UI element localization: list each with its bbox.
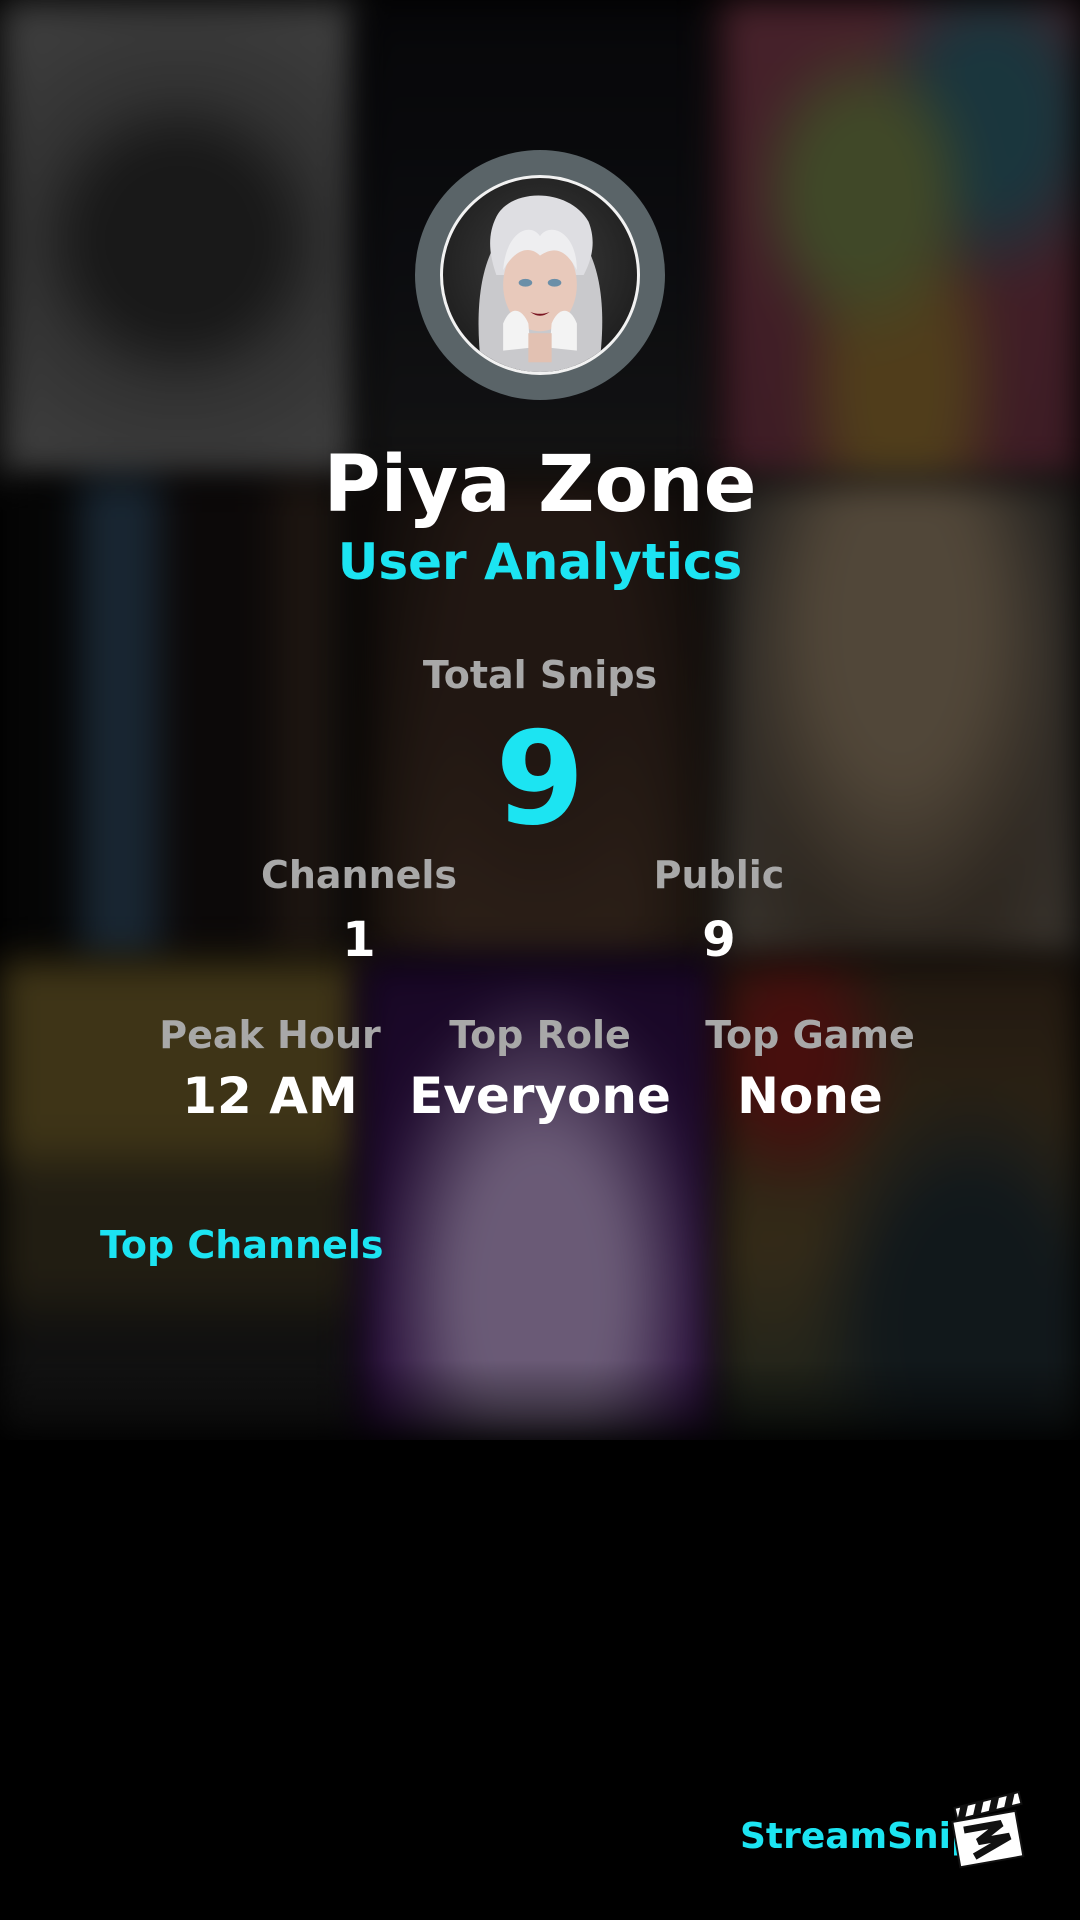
- stat-label: Public: [653, 853, 785, 897]
- clapperboard-icon: [948, 1790, 1028, 1870]
- analytics-card: Piya Zone User Analytics Total Snips 9 C…: [0, 0, 1080, 1920]
- stat-value: 12 AM: [182, 1067, 358, 1125]
- brand-name: StreamSnip: [740, 1816, 977, 1857]
- user-avatar-icon: [478, 195, 603, 372]
- total-snips-value: 9: [495, 705, 585, 854]
- stat-label: Peak Hour: [159, 1013, 381, 1057]
- profile-name: Piya Zone: [323, 440, 757, 530]
- total-snips-label: Total Snips: [422, 653, 658, 697]
- stat-top-game: Top Game None: [665, 1010, 955, 1126]
- stat-public: Public 9: [594, 850, 844, 970]
- top-channels-heading: Top Channels: [100, 1223, 384, 1267]
- stat-label: Top Role: [449, 1013, 631, 1057]
- stat-value: None: [737, 1067, 883, 1125]
- stat-peak-hour: Peak Hour 12 AM: [125, 1010, 415, 1126]
- page-subtitle: User Analytics: [337, 533, 743, 591]
- stat-channels: Channels 1: [234, 850, 484, 970]
- stat-top-role: Top Role Everyone: [395, 1010, 685, 1126]
- stat-label: Top Game: [705, 1013, 915, 1057]
- stat-value: 1: [342, 912, 376, 968]
- stat-value: Everyone: [409, 1067, 671, 1125]
- avatar: [440, 175, 640, 375]
- stat-value: 9: [702, 912, 736, 968]
- stat-label: Channels: [260, 853, 458, 897]
